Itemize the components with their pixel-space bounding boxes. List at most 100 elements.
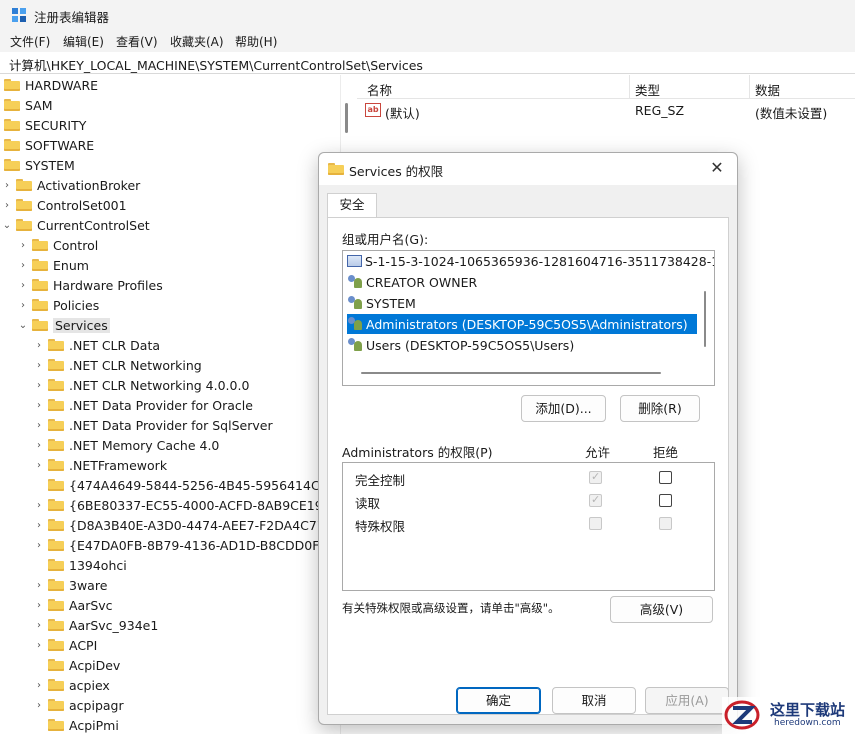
chevron-right-icon[interactable]: › xyxy=(34,380,44,391)
tree-item[interactable]: › AarSvc xyxy=(34,595,113,615)
chevron-right-icon[interactable]: › xyxy=(18,260,28,271)
column-divider[interactable] xyxy=(629,75,630,99)
ok-button[interactable]: 确定 xyxy=(456,687,541,714)
value-row[interactable]: ab (默认) REG_SZ (数值未设置) xyxy=(357,100,855,122)
chevron-right-icon[interactable]: › xyxy=(34,600,44,611)
user-list-item[interactable]: SYSTEM xyxy=(347,293,697,313)
chevron-right-icon[interactable]: › xyxy=(34,540,44,551)
tree-item[interactable]: › AarSvc_934e1 xyxy=(34,615,158,635)
chevron-right-icon[interactable]: › xyxy=(34,580,44,591)
tree-item[interactable]: › acpipagr xyxy=(34,695,124,715)
chevron-down-icon[interactable]: ⌄ xyxy=(18,320,28,331)
apply-button: 应用(A) xyxy=(645,687,729,714)
tree-item[interactable]: › Policies xyxy=(18,295,99,315)
tree-item[interactable]: SAM xyxy=(4,95,53,115)
chevron-down-icon[interactable]: ⌄ xyxy=(2,220,12,231)
chevron-right-icon[interactable]: › xyxy=(34,500,44,511)
tree-item[interactable]: › .NET Memory Cache 4.0 xyxy=(34,435,219,455)
chevron-right-icon[interactable]: › xyxy=(34,420,44,431)
tree-item[interactable]: › ACPI xyxy=(34,635,97,655)
column-header-name[interactable]: 名称 xyxy=(367,80,392,99)
sid-icon xyxy=(347,255,362,267)
chevron-right-icon[interactable]: › xyxy=(18,240,28,251)
tree-item[interactable]: {474A4649-5844-5256-4B45-5956414CFFFE} xyxy=(48,475,340,495)
tree-item[interactable]: HARDWARE xyxy=(4,75,98,95)
user-list-item[interactable]: S-1-15-3-1024-1065365936-1281604716-3511… xyxy=(347,251,714,271)
chevron-right-icon[interactable]: › xyxy=(34,700,44,711)
folder-icon xyxy=(48,359,64,371)
user-list-hscroll-thumb[interactable] xyxy=(361,372,661,374)
allow-checkbox xyxy=(589,470,602,484)
menu-view[interactable]: 查看(V) xyxy=(116,33,158,50)
tree-item[interactable]: › {D8A3B40E-A3D0-4474-AEE7-F2DA4C779C xyxy=(34,515,340,535)
user-list-item[interactable]: Users (DESKTOP-59C5OS5\Users) xyxy=(347,335,697,355)
close-icon[interactable]: ✕ xyxy=(707,158,727,178)
chevron-right-icon[interactable]: › xyxy=(34,460,44,471)
advanced-button[interactable]: 高级(V) xyxy=(610,596,713,623)
tree-item[interactable]: › Hardware Profiles xyxy=(18,275,163,295)
chevron-right-icon[interactable]: › xyxy=(34,620,44,631)
folder-icon xyxy=(32,279,48,291)
tree-item[interactable]: › .NET CLR Networking xyxy=(34,355,202,375)
chevron-right-icon[interactable]: › xyxy=(18,300,28,311)
chevron-right-icon[interactable]: › xyxy=(2,200,12,211)
cancel-button[interactable]: 取消 xyxy=(552,687,636,714)
chevron-right-icon[interactable]: › xyxy=(34,360,44,371)
tab-security[interactable]: 安全 xyxy=(327,193,377,218)
tree-item[interactable]: SYSTEM xyxy=(4,155,75,175)
user-list[interactable]: S-1-15-3-1024-1065365936-1281604716-3511… xyxy=(342,250,715,386)
tree-item[interactable]: AcpiPmi xyxy=(48,715,119,734)
tree-item[interactable]: › ActivationBroker xyxy=(2,175,140,195)
tree-item[interactable]: › .NET Data Provider for SqlServer xyxy=(34,415,273,435)
user-list-item-selected[interactable]: Administrators (DESKTOP-59C5OS5\Administ… xyxy=(347,314,697,334)
menu-file[interactable]: 文件(F) xyxy=(10,33,50,50)
chevron-right-icon[interactable]: › xyxy=(2,180,12,191)
user-list-vscroll-thumb[interactable] xyxy=(704,291,706,347)
registry-editor-window: 注册表编辑器 文件(F) 编辑(E) 查看(V) 收藏夹(A) 帮助(H) 计算… xyxy=(0,0,855,734)
chevron-right-icon[interactable]: › xyxy=(18,280,28,291)
user-list-item[interactable]: CREATOR OWNER xyxy=(347,272,697,292)
tree-item[interactable]: › .NETFramework xyxy=(34,455,167,475)
menu-favorites[interactable]: 收藏夹(A) xyxy=(170,33,224,50)
tree-item[interactable]: › ControlSet001 xyxy=(2,195,127,215)
column-header-data[interactable]: 数据 xyxy=(755,80,780,99)
tree-item[interactable]: › .NET CLR Data xyxy=(34,335,160,355)
tree-item[interactable]: › {E47DA0FB-8B79-4136-AD1D-B8CDD0F8E6 xyxy=(34,535,340,555)
menu-edit[interactable]: 编辑(E) xyxy=(63,33,104,50)
registry-tree[interactable]: HARDWARE SAM SECURITY SOFTWARE SYSTEM › A… xyxy=(0,75,340,734)
tree-scrollbar-thumb[interactable] xyxy=(345,103,348,133)
tree-item[interactable]: › acpiex xyxy=(34,675,110,695)
folder-icon xyxy=(48,479,64,491)
address-path[interactable]: 计算机\HKEY_LOCAL_MACHINE\SYSTEM\CurrentCon… xyxy=(9,55,423,74)
deny-checkbox[interactable] xyxy=(659,494,672,507)
remove-button[interactable]: 删除(R) xyxy=(620,395,700,422)
tree-item[interactable]: › {6BE80337-EC55-4000-ACFD-8AB9CE1943B xyxy=(34,495,340,515)
chevron-right-icon[interactable]: › xyxy=(34,640,44,651)
dialog-title-bar: Services 的权限 ✕ xyxy=(319,153,737,185)
tree-item[interactable]: › 3ware xyxy=(34,575,107,595)
tree-item[interactable]: SECURITY xyxy=(4,115,86,135)
tree-item-selected[interactable]: ⌄ Services xyxy=(18,315,110,335)
tree-item[interactable]: › .NET Data Provider for Oracle xyxy=(34,395,253,415)
chevron-right-icon[interactable]: › xyxy=(34,520,44,531)
address-bar[interactable]: 计算机\HKEY_LOCAL_MACHINE\SYSTEM\CurrentCon… xyxy=(0,52,855,74)
tree-item[interactable]: › Control xyxy=(18,235,98,255)
tree-item[interactable]: › .NET CLR Networking 4.0.0.0 xyxy=(34,375,249,395)
deny-checkbox[interactable] xyxy=(659,471,672,484)
column-header-type[interactable]: 类型 xyxy=(635,80,660,99)
add-button[interactable]: 添加(D)... xyxy=(521,395,606,422)
chevron-right-icon[interactable]: › xyxy=(34,340,44,351)
chevron-right-icon[interactable]: › xyxy=(34,400,44,411)
tree-item[interactable]: ⌄ CurrentControlSet xyxy=(2,215,150,235)
column-divider[interactable] xyxy=(749,75,750,99)
tree-item[interactable]: 1394ohci xyxy=(48,555,127,575)
chevron-right-icon[interactable]: › xyxy=(34,680,44,691)
tree-item[interactable]: SOFTWARE xyxy=(4,135,94,155)
folder-icon xyxy=(48,339,64,351)
menu-help[interactable]: 帮助(H) xyxy=(235,33,277,50)
folder-icon xyxy=(48,539,64,551)
tree-item[interactable]: › Enum xyxy=(18,255,89,275)
registry-editor-icon xyxy=(12,8,26,22)
chevron-right-icon[interactable]: › xyxy=(34,440,44,451)
tree-item[interactable]: AcpiDev xyxy=(48,655,120,675)
